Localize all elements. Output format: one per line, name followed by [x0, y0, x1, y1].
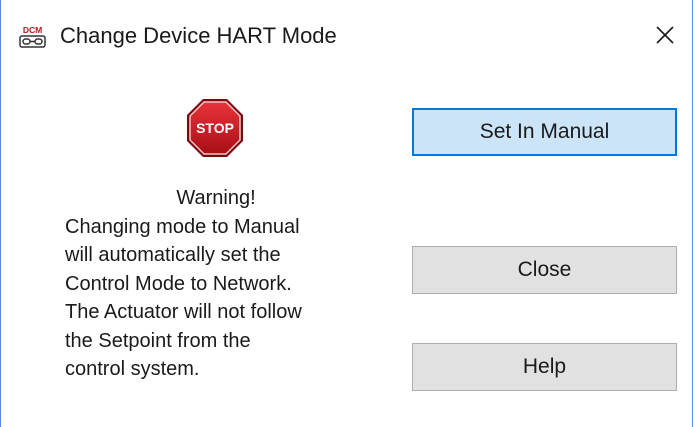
stop-sign-label: STOP — [196, 120, 234, 136]
warning-message: Warning! Changing mode to Manual will au… — [51, 184, 381, 384]
close-button[interactable]: Close — [412, 246, 677, 294]
warning-line: Changing mode to Manual — [65, 215, 300, 238]
set-in-manual-button[interactable]: Set In Manual — [412, 108, 677, 156]
warning-line: the Setpoint from the — [65, 329, 251, 352]
dcm-app-icon: DCM — [19, 25, 46, 49]
warning-line: will automatically set the — [65, 244, 281, 266]
warning-title: Warning! — [176, 187, 256, 209]
warning-line: Control Mode to Network. — [65, 272, 292, 295]
warning-line: control system. — [65, 358, 200, 380]
dialog-window: DCM Change Device HART Mode STOP Warning… — [0, 0, 693, 427]
warning-line: The Actuator will not follow — [65, 301, 302, 323]
window-title: Change Device HART Mode — [60, 23, 337, 48]
stop-sign-icon: STOP — [185, 97, 245, 161]
close-icon[interactable] — [648, 18, 682, 52]
title-bar[interactable]: DCM Change Device HART Mode — [1, 0, 692, 76]
help-button[interactable]: Help — [412, 343, 677, 391]
app-icon-label: DCM — [23, 25, 42, 35]
